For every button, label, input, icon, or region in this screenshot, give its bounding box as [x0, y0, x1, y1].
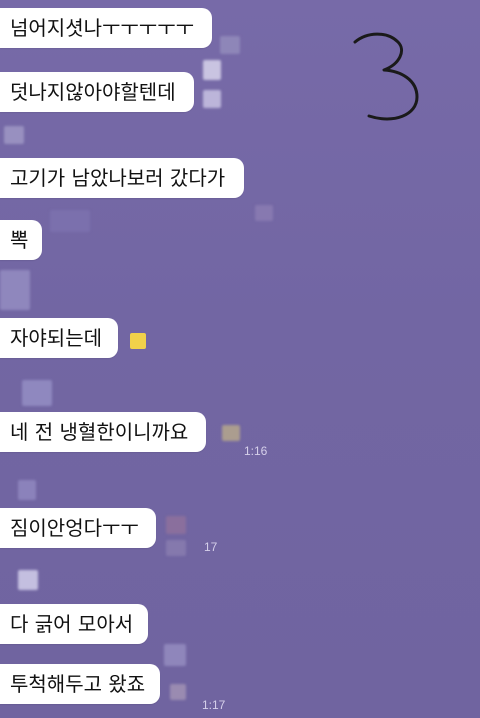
blurred-avatar: [203, 60, 221, 80]
message-bubble[interactable]: 고기가 남았나보러 갔다가: [0, 158, 244, 198]
handwritten-number-annotation: 3: [353, 32, 419, 121]
blurred-avatar: [18, 480, 36, 500]
message-bubble[interactable]: 네 전 냉혈한이니까요: [0, 412, 206, 452]
message-bubble[interactable]: 짐이안엉다ㅜㅜ: [0, 508, 156, 548]
blurred-avatar: [164, 644, 186, 666]
blurred-avatar: [203, 90, 221, 108]
chat-screen: 넘어지셧나ㅜㅜㅜㅜㅜ 덧나지않아야할텐데 고기가 남았나보러 갔다가 뽁 자야되…: [0, 0, 480, 718]
message-bubble[interactable]: 투척해두고 왔죠: [0, 664, 160, 704]
emoji-sticker: [130, 333, 146, 349]
message-bubble[interactable]: 넘어지셧나ㅜㅜㅜㅜㅜ: [0, 8, 212, 48]
blurred-avatar: [255, 205, 273, 221]
blurred-avatar: [222, 425, 240, 441]
blurred-avatar: [50, 210, 90, 232]
blurred-avatar: [170, 684, 186, 700]
message-bubble[interactable]: 자야되는데: [0, 318, 118, 358]
blurred-avatar: [166, 540, 186, 556]
message-bubble[interactable]: 다 긁어 모아서: [0, 604, 148, 644]
message-bubble[interactable]: 뽁: [0, 220, 42, 260]
blurred-avatar: [18, 570, 38, 590]
message-bubble[interactable]: 덧나지않아야할텐데: [0, 72, 194, 112]
message-timestamp: 1:17: [202, 698, 226, 712]
blurred-avatar: [220, 36, 240, 54]
message-timestamp: 1:16: [244, 444, 268, 458]
message-timestamp: 17: [204, 540, 218, 554]
blurred-avatar: [22, 380, 52, 406]
blurred-avatar: [4, 126, 24, 144]
blurred-avatar: [0, 270, 30, 310]
blurred-avatar: [166, 516, 186, 534]
